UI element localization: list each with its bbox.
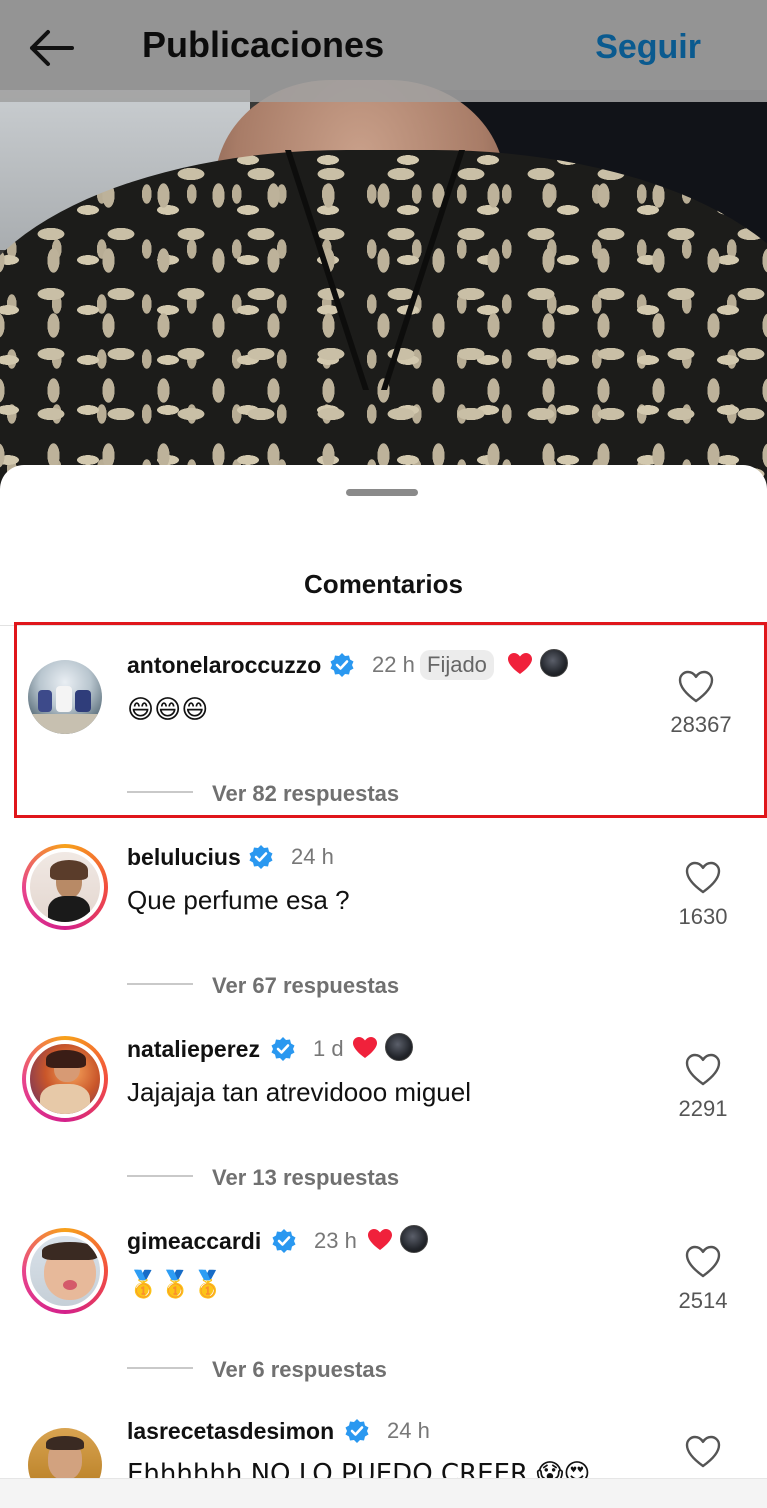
comment-time: 24 h [387, 1418, 430, 1443]
highlight-box [14, 622, 767, 818]
verified-badge-icon [249, 845, 273, 869]
like-count: 2291 [678, 1096, 728, 1121]
comment-time: 1 d [313, 1036, 344, 1061]
like-heart-icon[interactable] [685, 1245, 721, 1279]
back-arrow-icon[interactable] [28, 28, 76, 68]
author-liked-heart-icon [353, 1037, 377, 1058]
comment-username[interactable]: gimeaccardi [127, 1228, 261, 1255]
replies-line [127, 1367, 193, 1369]
like-heart-icon[interactable] [685, 1435, 721, 1469]
top-bar: Publicaciones Seguir [0, 0, 767, 102]
comment-time: 23 h [314, 1228, 357, 1253]
view-replies-button[interactable]: Ver 67 respuestas [212, 973, 399, 999]
view-replies-button[interactable]: Ver 6 respuestas [212, 1357, 387, 1383]
verified-badge-icon [272, 1229, 296, 1253]
sheet-title: Comentarios [304, 569, 463, 599]
author-mini-avatar [400, 1225, 428, 1253]
like-count: 1630 [678, 904, 728, 929]
verified-badge-icon [271, 1037, 295, 1061]
like-count: 2514 [678, 1288, 728, 1313]
comment-item: belulucius 24 h Que perfume esa ? 1630 V… [0, 822, 767, 1014]
sheet-drag-handle[interactable] [346, 489, 418, 496]
comment-username[interactable]: natalieperez [127, 1036, 260, 1063]
author-liked-heart-icon [368, 1229, 392, 1250]
avatar[interactable] [22, 1228, 108, 1314]
avatar[interactable] [22, 844, 108, 930]
follow-button[interactable]: Seguir [595, 28, 701, 67]
comment-text: Que perfume esa ? [127, 885, 350, 915]
verified-badge-icon [345, 1419, 369, 1443]
like-heart-icon[interactable] [685, 861, 721, 895]
replies-line [127, 1175, 193, 1177]
bottom-input-edge [0, 1478, 767, 1508]
avatar[interactable] [22, 1036, 108, 1122]
author-mini-avatar [385, 1033, 413, 1061]
comment-text: 🥇🥇🥇 [127, 1270, 225, 1300]
like-heart-icon[interactable] [685, 1053, 721, 1087]
comment-text: Jajajaja tan atrevidooo miguel [127, 1077, 471, 1107]
comment-time: 24 h [291, 844, 334, 869]
comment-username[interactable]: lasrecetasdesimon [127, 1418, 334, 1445]
comment-item: gimeaccardi 23 h 🥇🥇🥇 2514 Ver 6 respuest… [0, 1206, 767, 1398]
comment-username[interactable]: belulucius [127, 844, 241, 871]
view-replies-button[interactable]: Ver 13 respuestas [212, 1165, 399, 1191]
replies-line [127, 983, 193, 985]
page-title: Publicaciones [142, 24, 385, 65]
comment-item: natalieperez 1 d Jajajaja tan atrevidooo… [0, 1014, 767, 1206]
